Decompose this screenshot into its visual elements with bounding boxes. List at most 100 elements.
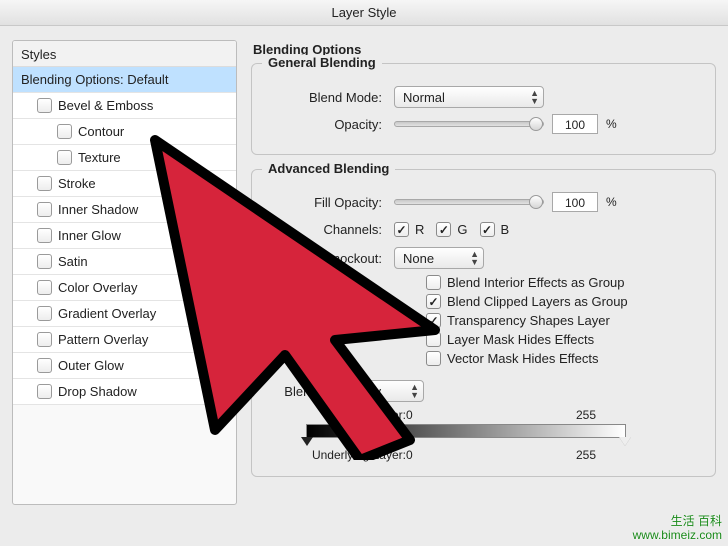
style-checkbox[interactable] [37, 98, 52, 113]
this-layer-white-handle[interactable] [619, 437, 631, 446]
opacity-input[interactable]: 100 [552, 114, 598, 134]
blend-mode-row: Blend Mode: Normal ▲▼ [266, 86, 701, 108]
style-checkbox[interactable] [37, 384, 52, 399]
channel-b-label: B [501, 222, 510, 237]
fill-opacity-slider-thumb[interactable] [529, 195, 543, 209]
channel-g-checkbox[interactable] [436, 222, 451, 237]
vector-mask-hides-checkbox[interactable] [426, 351, 441, 366]
general-blending-heading: General Blending [262, 55, 382, 70]
blend-mode-value: Normal [403, 90, 445, 105]
content-area: Styles Blending Options: Default Bevel & … [0, 26, 728, 546]
blend-if-value: Gray [353, 384, 381, 399]
clipped-layers-label: Blend Clipped Layers as Group [447, 294, 628, 309]
style-checkbox[interactable] [37, 202, 52, 217]
blend-mode-label: Blend Mode: [266, 90, 386, 105]
transparency-shapes-checkbox[interactable] [426, 313, 441, 328]
underlying-layer-hi: 255 [576, 448, 596, 462]
opacity-slider[interactable] [394, 121, 544, 127]
style-item-bevel-emboss[interactable]: Bevel & Emboss [13, 93, 236, 119]
styles-panel-header: Styles [13, 41, 236, 67]
style-item-outer-glow[interactable]: Outer Glow [13, 353, 236, 379]
style-item-label: Blending Options: Default [21, 72, 168, 87]
style-item-stroke[interactable]: Stroke [13, 171, 236, 197]
opacity-slider-thumb[interactable] [529, 117, 543, 131]
blend-if-row: Blend If: Gray ▲▼ [266, 380, 701, 402]
window-title: Layer Style [0, 0, 728, 26]
style-checkbox[interactable] [37, 280, 52, 295]
layer-mask-hides-label: Layer Mask Hides Effects [447, 332, 594, 347]
style-item-label: Color Overlay [58, 280, 137, 295]
styles-list: Blending Options: Default Bevel & Emboss C… [13, 67, 236, 405]
blend-mode-select[interactable]: Normal ▲▼ [394, 86, 544, 108]
style-item-blending-options-default[interactable]: Blending Options: Default [13, 67, 236, 93]
underlying-layer-label: Underlying Layer: [306, 448, 406, 462]
this-layer-label: This Layer: [306, 408, 406, 422]
style-item-contour[interactable]: Contour [13, 119, 236, 145]
style-item-inner-glow[interactable]: Inner Glow [13, 223, 236, 249]
style-item-texture[interactable]: Texture [13, 145, 236, 171]
advanced-blending-heading: Advanced Blending [262, 161, 395, 176]
knockout-value: None [403, 251, 434, 266]
channels-group: R G B [394, 218, 509, 241]
style-checkbox[interactable] [37, 332, 52, 347]
this-layer-values: This Layer: 0 255 [306, 408, 626, 422]
layer-style-window: Layer Style Styles Blending Options: Def… [0, 0, 728, 546]
style-checkbox[interactable] [37, 254, 52, 269]
channel-b-checkbox[interactable] [480, 222, 495, 237]
interior-effects-label: Blend Interior Effects as Group [447, 275, 625, 290]
style-item-label: Outer Glow [58, 358, 124, 373]
style-item-satin[interactable]: Satin [13, 249, 236, 275]
opacity-row: Opacity: 100 % [266, 114, 701, 134]
this-layer-slider[interactable] [306, 424, 626, 438]
style-item-label: Contour [78, 124, 124, 139]
advanced-checks: Blend Interior Effects as Group Blend Cl… [426, 275, 701, 366]
this-layer-hi: 255 [576, 408, 596, 422]
advanced-blending-group: Advanced Blending Fill Opacity: 100 % Ch… [251, 169, 716, 477]
style-item-label: Pattern Overlay [58, 332, 148, 347]
style-item-gradient-overlay[interactable]: Gradient Overlay [13, 301, 236, 327]
style-item-label: Satin [58, 254, 88, 269]
style-item-pattern-overlay[interactable]: Pattern Overlay [13, 327, 236, 353]
blending-options: Blending Options General Blending Blend … [251, 40, 716, 546]
fill-opacity-slider[interactable] [394, 199, 544, 205]
style-item-label: Gradient Overlay [58, 306, 156, 321]
fill-opacity-label: Fill Opacity: [266, 195, 386, 210]
dropdown-arrows-icon: ▲▼ [410, 383, 419, 399]
channel-g-label: G [457, 222, 467, 237]
style-item-color-overlay[interactable]: Color Overlay [13, 275, 236, 301]
style-checkbox[interactable] [37, 176, 52, 191]
this-layer-lo: 0 [406, 408, 413, 422]
dropdown-arrows-icon: ▲▼ [470, 250, 479, 266]
vector-mask-hides-label: Vector Mask Hides Effects [447, 351, 599, 366]
channel-r-checkbox[interactable] [394, 222, 409, 237]
style-item-label: Inner Shadow [58, 202, 138, 217]
clipped-layers-checkbox[interactable] [426, 294, 441, 309]
style-checkbox[interactable] [37, 358, 52, 373]
style-item-label: Stroke [58, 176, 96, 191]
knockout-select[interactable]: None ▲▼ [394, 247, 484, 269]
style-item-label: Drop Shadow [58, 384, 137, 399]
layer-mask-hides-checkbox[interactable] [426, 332, 441, 347]
fill-opacity-input[interactable]: 100 [552, 192, 598, 212]
blend-if-select[interactable]: Gray ▲▼ [344, 380, 424, 402]
style-checkbox[interactable] [37, 306, 52, 321]
underlying-layer-lo: 0 [406, 448, 413, 462]
style-item-drop-shadow[interactable]: Drop Shadow [13, 379, 236, 405]
knockout-label: Knockout: [266, 251, 386, 266]
style-item-label: Inner Glow [58, 228, 121, 243]
interior-effects-checkbox[interactable] [426, 275, 441, 290]
fill-opacity-row: Fill Opacity: 100 % [266, 192, 701, 212]
style-item-inner-shadow[interactable]: Inner Shadow [13, 197, 236, 223]
style-checkbox[interactable] [57, 150, 72, 165]
channels-label: Channels: [266, 222, 386, 237]
channel-r-label: R [415, 222, 424, 237]
style-checkbox[interactable] [37, 228, 52, 243]
channels-row: Channels: R G B [266, 218, 701, 241]
style-checkbox[interactable] [57, 124, 72, 139]
blend-if-label: Blend If: [266, 384, 336, 399]
underlying-layer-values: Underlying Layer: 0 255 [306, 448, 626, 462]
fill-opacity-pct: % [606, 195, 617, 209]
opacity-label: Opacity: [266, 117, 386, 132]
this-layer-black-handle[interactable] [301, 437, 313, 446]
styles-panel: Styles Blending Options: Default Bevel & … [12, 40, 237, 505]
